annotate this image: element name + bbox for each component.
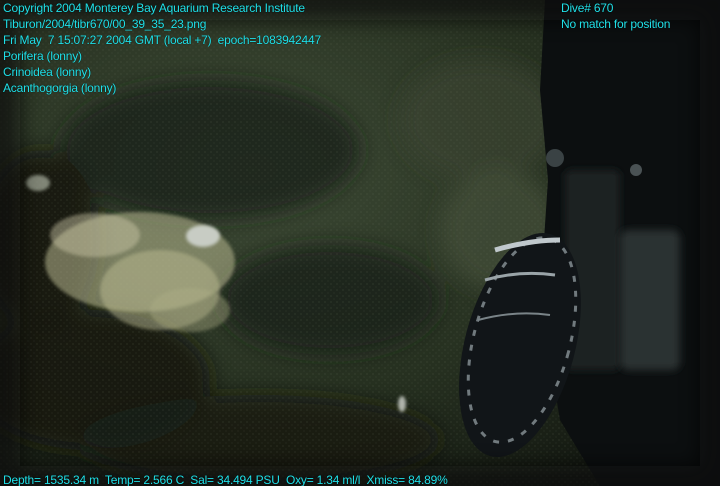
overlay-label-acanthogorgia: Acanthogorgia (lonny)	[3, 81, 117, 95]
seafloor-photo-frame: Copyright 2004 Monterey Bay Aquarium Res…	[0, 0, 720, 486]
overlay-label-crinoidea: Crinoidea (lonny)	[3, 65, 91, 79]
overlay-position-status: No match for position	[561, 17, 671, 31]
overlay-metadata-topright: Dive# 670 No match for position	[561, 0, 670, 32]
overlay-dive-number: Dive# 670	[561, 1, 614, 15]
overlay-copyright: Copyright 2004 Monterey Bay Aquarium Res…	[3, 1, 305, 15]
rov-manipulator	[540, 0, 720, 486]
overlay-metadata-topleft: Copyright 2004 Monterey Bay Aquarium Res…	[3, 0, 321, 96]
overlay-filename: Tiburon/2004/tibr670/00_39_35_23.png	[3, 17, 207, 31]
overlay-telemetry-line: Depth= 1535.34 m Temp= 2.566 C Sal= 34.4…	[3, 473, 448, 486]
overlay-datetime: Fri May 7 15:07:27 2004 GMT (local +7) e…	[3, 33, 321, 47]
overlay-telemetry: Depth= 1535.34 m Temp= 2.566 C Sal= 34.4…	[3, 472, 448, 486]
overlay-label-porifera: Porifera (lonny)	[3, 49, 82, 63]
